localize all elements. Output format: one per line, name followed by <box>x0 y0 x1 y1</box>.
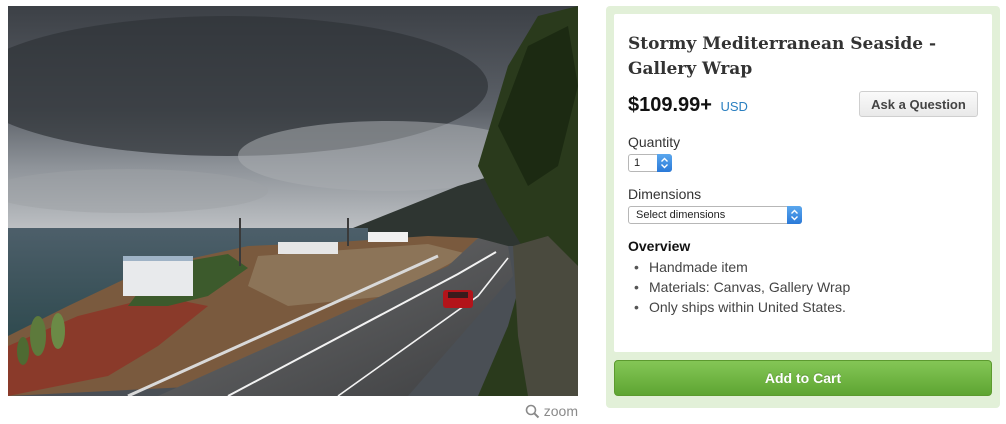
updown-arrows-icon <box>787 206 802 224</box>
price: $109.99+ <box>628 94 712 116</box>
dimensions-select[interactable]: Select dimensions <box>628 206 802 224</box>
product-image <box>8 6 578 396</box>
ask-question-button[interactable]: Ask a Question <box>859 91 978 117</box>
list-item: • Handmade item <box>634 259 748 275</box>
quantity-label: Quantity <box>628 134 681 150</box>
overview-heading: Overview <box>628 238 691 254</box>
add-to-cart-button[interactable]: Add to Cart <box>614 360 992 396</box>
dimensions-label: Dimensions <box>628 186 702 202</box>
list-item: • Materials: Canvas, Gallery Wrap <box>634 279 851 295</box>
zoom-label: zoom <box>543 403 578 419</box>
product-photo[interactable] <box>8 6 578 396</box>
list-item: • Only ships within United States. <box>634 299 846 315</box>
magnifier-icon <box>525 404 539 418</box>
quantity-select[interactable]: 1 <box>628 154 672 172</box>
overview-list: • Handmade item • Materials: Canvas, Galle… <box>628 257 978 317</box>
updown-arrows-icon <box>657 154 672 172</box>
quantity-value: 1 <box>634 157 641 169</box>
listing-title: Stormy Mediterranean Seaside - Gallery W… <box>628 34 937 79</box>
currency-link[interactable]: USD <box>720 99 747 114</box>
listing-details: Stormy Mediterranean Seaside - Gallery W… <box>614 14 992 352</box>
price-row: $109.99+ USD Ask a Question <box>628 91 978 120</box>
zoom-link[interactable]: zoom <box>525 403 578 419</box>
buy-box: Stormy Mediterranean Seaside - Gallery W… <box>606 6 1000 408</box>
dimensions-value: Select dimensions <box>636 209 726 221</box>
